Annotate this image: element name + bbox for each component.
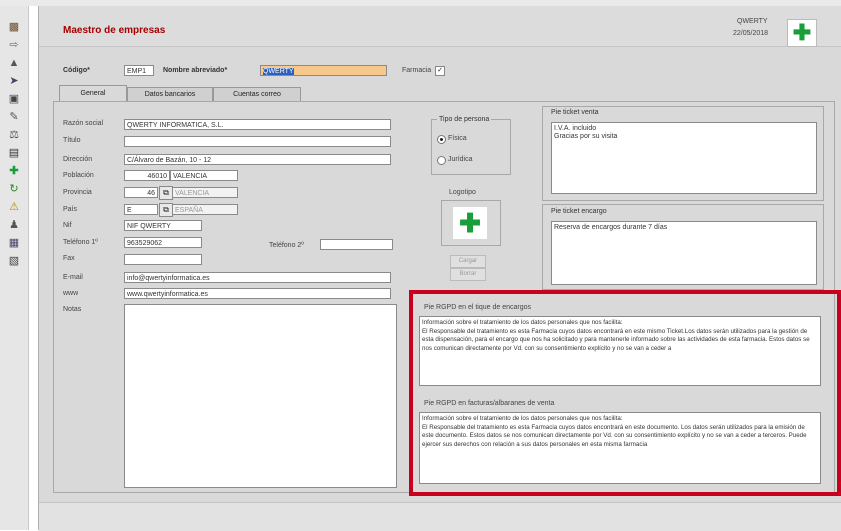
- email-label: E-mail: [63, 274, 83, 281]
- tab-cuentas-correo[interactable]: Cuentas correo: [213, 87, 301, 102]
- telefono1-label: Teléfono 1º: [63, 239, 98, 246]
- user-name: QWERTY: [737, 18, 768, 25]
- chart-icon[interactable]: ▦: [4, 236, 24, 250]
- cart-icon[interactable]: ➤: [4, 74, 24, 88]
- farmacia-label: Farmacia: [402, 67, 432, 74]
- pharmacy-cross-icon[interactable]: ✚: [4, 164, 24, 178]
- pais-label: País: [63, 206, 78, 213]
- radio-juridica[interactable]: [437, 156, 446, 165]
- telefono1-field[interactable]: 963529062: [124, 237, 202, 248]
- codigo-label: Código*: [63, 67, 90, 74]
- nombre-label: Nombre abreviado*: [163, 67, 228, 74]
- tab-cuentas-correo-label: Cuentas correo: [233, 91, 281, 98]
- monitor-icon[interactable]: ▤: [4, 146, 24, 160]
- current-date: 22/05/2018: [733, 30, 769, 37]
- tipo-persona-title: Tipo de persona: [437, 116, 492, 123]
- codigo-field[interactable]: EMP1: [124, 65, 154, 76]
- email-field[interactable]: info@qwertyinformatica.es: [124, 272, 391, 283]
- printer-icon[interactable]: ▩: [4, 20, 24, 34]
- notas-label: Notas: [63, 306, 82, 313]
- radio-juridica-label: Jurídica: [448, 156, 473, 163]
- pie-ticket-venta-textarea[interactable]: I.V.A. incluido Gracias por su visita: [551, 122, 817, 194]
- window-title: Maestro de empresas: [63, 25, 166, 36]
- arrow-icon[interactable]: ⇨: [4, 38, 24, 52]
- pie-rgpd-facturas-title: Pie RGPD en facturas/albaranes de venta: [424, 400, 555, 407]
- www-label: www: [63, 290, 79, 297]
- titulo-field[interactable]: [124, 136, 391, 147]
- nombre-abreviado-selection: QWERTY: [263, 68, 294, 75]
- titulo-label: Título: [63, 137, 81, 144]
- pie-rgpd-encargos-title: Pie RGPD en el tique de encargos: [424, 304, 532, 311]
- pie-ticket-encargo-textarea[interactable]: Reserva de encargos durante 7 días: [551, 221, 817, 285]
- radio-fisica[interactable]: [437, 135, 446, 144]
- provincia-lookup-button[interactable]: ⧉: [159, 186, 173, 200]
- provincia-label: Provincia: [63, 189, 92, 196]
- farmacia-checkbox[interactable]: ✓: [435, 66, 445, 76]
- scale-icon[interactable]: ⚖: [4, 128, 24, 142]
- pais-code-field[interactable]: E: [124, 204, 158, 215]
- nombre-abreviado-field[interactable]: QWERTY: [260, 65, 387, 76]
- pen-icon[interactable]: ✎: [4, 110, 24, 124]
- nif-field[interactable]: NIF QWERTY: [124, 220, 202, 231]
- main-window: Maestro de empresas QWERTY 22/05/2018 ✚ …: [38, 6, 841, 531]
- direccion-field[interactable]: C/Álvaro de Bazán, 10 - 12: [124, 154, 391, 165]
- telefono2-label: Teléfono 2º: [269, 242, 304, 249]
- radio-fisica-dot: [440, 138, 443, 141]
- notas-field[interactable]: [124, 304, 397, 488]
- tipo-persona-group: [431, 119, 511, 175]
- codigo-postal-field[interactable]: 46010: [124, 170, 170, 181]
- cargar-button[interactable]: Cargar: [450, 255, 486, 268]
- bell-icon[interactable]: ▲: [4, 56, 24, 70]
- user-icon[interactable]: ♟: [4, 218, 24, 232]
- calendar-icon[interactable]: ▧: [4, 254, 24, 268]
- radio-fisica-label: Física: [448, 135, 467, 142]
- tab-general[interactable]: General: [59, 85, 127, 102]
- borrar-button[interactable]: Borrar: [450, 268, 486, 281]
- pie-rgpd-encargos-textarea[interactable]: Información sobre el tratamiento de los …: [419, 316, 821, 386]
- nif-label: Nif: [63, 222, 72, 229]
- pie-rgpd-facturas-textarea[interactable]: Información sobre el tratamiento de los …: [419, 412, 821, 484]
- warning-icon[interactable]: ⚠: [4, 200, 24, 214]
- tab-datos-bancarios-label: Datos bancarios: [144, 91, 196, 98]
- pharmacy-logo-icon: ✚: [787, 19, 817, 47]
- logotipo-title: Logotipo: [449, 189, 476, 196]
- left-toolbar: ▩ ⇨ ▲ ➤ ▣ ✎ ⚖ ▤ ✚ ↻ ⚠ ♟ ▦ ▧: [0, 6, 29, 530]
- logotipo-image-icon: ✚: [453, 207, 487, 239]
- telefono2-field[interactable]: [320, 239, 393, 250]
- fax-label: Fax: [63, 255, 75, 262]
- pais-name-field: ESPAÑA: [172, 204, 238, 215]
- direccion-label: Dirección: [63, 156, 93, 163]
- www-field[interactable]: www.qwertyinformatica.es: [124, 288, 391, 299]
- tab-general-label: General: [80, 90, 106, 97]
- pie-ticket-encargo-title: Pie ticket encargo: [549, 208, 609, 215]
- refresh-icon[interactable]: ↻: [4, 182, 24, 196]
- poblacion-label: Población: [63, 172, 94, 179]
- pais-lookup-button[interactable]: ⧉: [159, 203, 173, 217]
- fax-field[interactable]: [124, 254, 202, 265]
- truck-icon[interactable]: ▣: [4, 92, 24, 106]
- poblacion-field[interactable]: VALENCIA: [170, 170, 238, 181]
- cargar-label: Cargar: [458, 258, 478, 264]
- razon-social-field[interactable]: QWERTY INFORMATICA, S.L.: [124, 119, 391, 130]
- provincia-code-field[interactable]: 46: [124, 187, 158, 198]
- tab-datos-bancarios[interactable]: Datos bancarios: [127, 87, 213, 102]
- provincia-name-field: VALENCIA: [172, 187, 238, 198]
- bottom-status-bar: [39, 502, 841, 531]
- pie-ticket-venta-title: Pie ticket venta: [549, 109, 601, 116]
- borrar-label: Borrar: [459, 271, 477, 277]
- razon-social-label: Razón social: [63, 120, 104, 127]
